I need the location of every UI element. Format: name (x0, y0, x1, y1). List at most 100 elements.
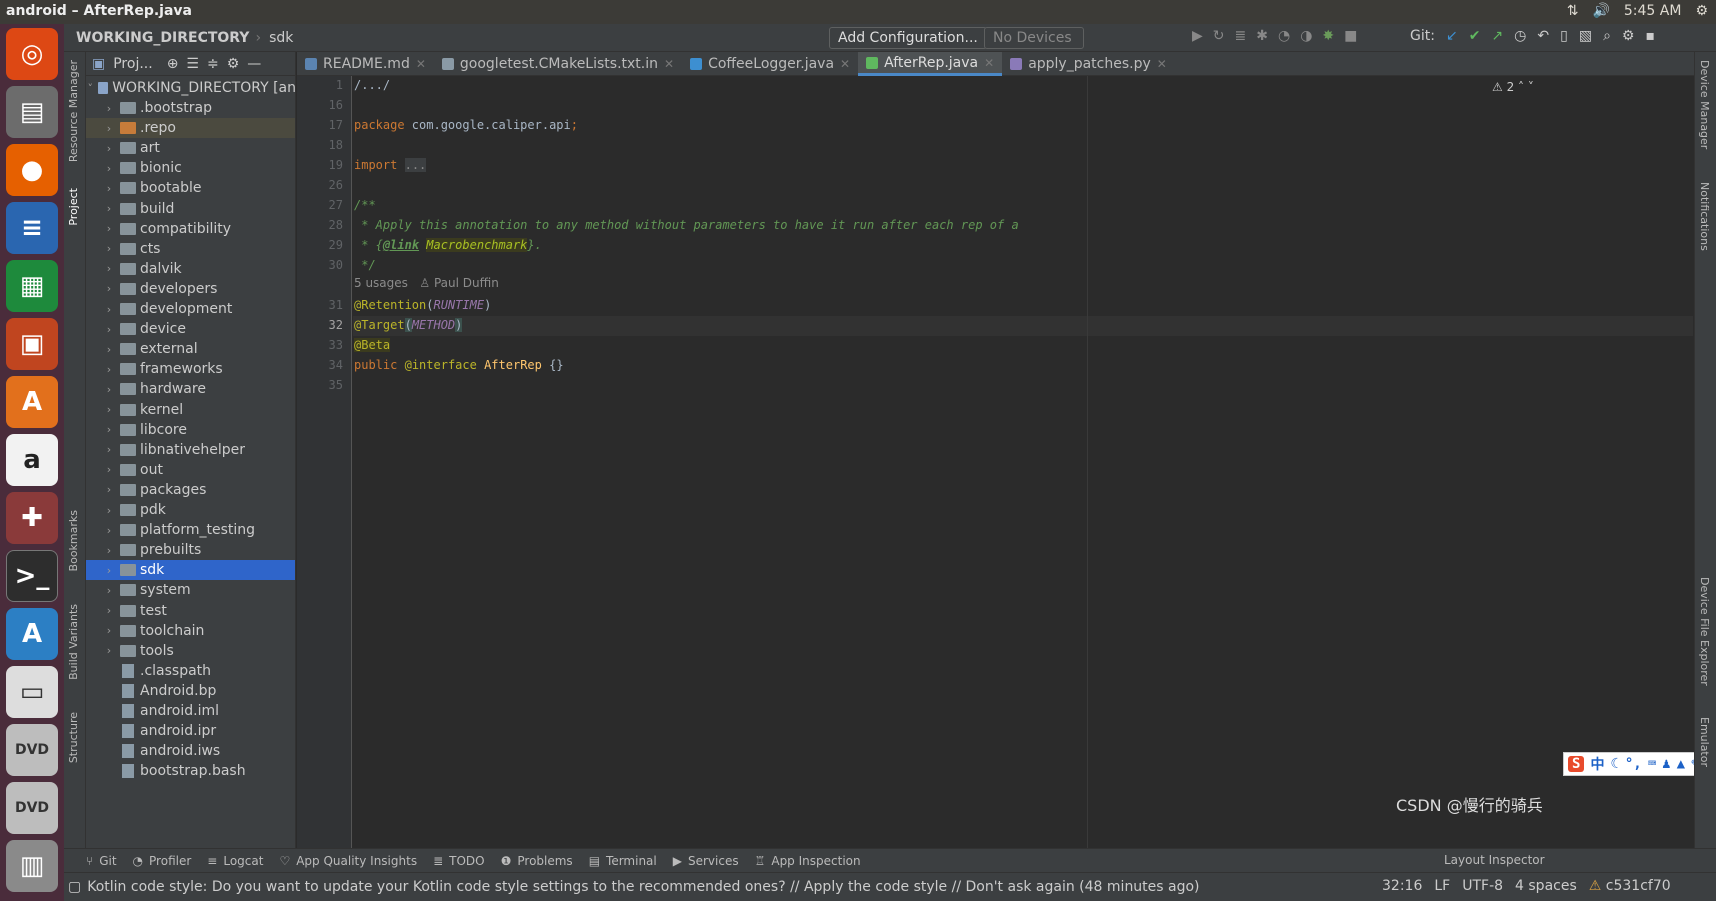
search-icon[interactable]: ⌕ (1603, 28, 1611, 44)
chevron-right-icon[interactable]: › (102, 584, 116, 597)
chevron-right-icon[interactable]: › (102, 282, 116, 295)
tree-item[interactable]: › cts (86, 239, 295, 259)
tree-item[interactable]: › system (86, 580, 295, 600)
tree-item[interactable]: › art (86, 138, 295, 158)
device-manager-icon[interactable]: ▯ (1560, 28, 1568, 44)
collapse-all-icon[interactable]: ≑ (207, 56, 219, 72)
tree-item[interactable]: › sdk (86, 560, 295, 581)
status-message[interactable]: Kotlin code style: Do you want to update… (87, 879, 1199, 895)
chevron-right-icon[interactable]: › (102, 242, 116, 255)
tree-item[interactable]: android.iml (86, 701, 295, 721)
tree-item[interactable]: › libnativehelper (86, 440, 295, 460)
save-disk-icon[interactable]: ▭ (6, 666, 58, 718)
git-update-icon[interactable]: ↙ (1446, 28, 1458, 44)
close-tab-icon[interactable]: ✕ (1157, 57, 1167, 71)
settings-icon[interactable]: ⚙ (1622, 28, 1635, 44)
chevron-right-icon[interactable]: › (102, 162, 116, 175)
editor-tab[interactable]: googletest.CMakeLists.txt.in ✕ (434, 52, 682, 76)
tree-item[interactable]: › libcore (86, 420, 295, 440)
firefox-icon[interactable]: ● (6, 144, 58, 196)
tree-item[interactable]: › build (86, 199, 295, 219)
chevron-right-icon[interactable]: › (102, 142, 116, 155)
profile-icon[interactable]: ◔ (1278, 28, 1290, 44)
chevron-right-icon[interactable]: › (102, 644, 116, 657)
ime-moon-icon[interactable]: ☾ (1610, 756, 1618, 772)
stop-icon[interactable]: ■ (1344, 28, 1357, 44)
calc-icon[interactable]: ▦ (6, 260, 58, 312)
expand-all-icon[interactable]: ☰ (186, 56, 199, 72)
close-tab-icon[interactable]: ✕ (416, 57, 426, 71)
chevron-right-icon[interactable]: › (102, 483, 116, 496)
tree-item[interactable]: › external (86, 339, 295, 359)
tree-item[interactable]: › frameworks (86, 359, 295, 379)
code-editor[interactable]: 1 16 17 18 19 26 27 28 29 30 31 32 33 34 35 ⚠ 2 ˄ ˅ /.… (297, 76, 1716, 848)
caret-position[interactable]: 32:16 (1382, 878, 1422, 894)
close-tab-icon[interactable]: ✕ (840, 57, 850, 71)
locate-file-icon[interactable]: ⊕ (167, 56, 179, 72)
breadcrumb-sdk[interactable]: sdk (269, 30, 293, 46)
layout-inspector-tab[interactable]: Layout Inspector (1444, 853, 1545, 867)
panel-options-icon[interactable]: ⚙ (227, 56, 240, 72)
chevron-right-icon[interactable]: › (102, 262, 116, 275)
tree-item[interactable]: › tools (86, 641, 295, 661)
tree-item[interactable]: Android.bp (86, 681, 295, 701)
resource-manager-tab[interactable]: Resource Manager (67, 60, 80, 162)
system-tools-icon[interactable]: ✚ (6, 492, 58, 544)
add-configuration-button[interactable]: Add Configuration... (829, 27, 987, 49)
tree-item[interactable]: android.ipr (86, 721, 295, 741)
git-rollback-icon[interactable]: ↶ (1537, 28, 1549, 44)
amazon-icon[interactable]: a (6, 434, 58, 486)
chevron-right-icon[interactable]: › (102, 323, 116, 336)
tree-item[interactable]: › compatibility (86, 219, 295, 239)
tool-window-logcat[interactable]: ≡ Logcat (207, 854, 263, 868)
chevron-right-icon[interactable]: › (102, 544, 116, 557)
volume-icon[interactable]: 🔊 (1592, 3, 1609, 19)
terminal-icon[interactable]: >_ (6, 550, 58, 602)
tool-window-git[interactable]: ⑂ Git (86, 854, 117, 868)
ime-keyboard-icon[interactable]: ⌨ (1648, 756, 1656, 772)
chevron-right-icon[interactable]: › (102, 524, 116, 537)
system-settings-icon[interactable]: ⚙ (1695, 3, 1708, 19)
chevron-right-icon[interactable]: › (102, 564, 116, 577)
clock[interactable]: 5:45 AM (1624, 3, 1682, 19)
tool-window-profiler[interactable]: ◔ Profiler (133, 854, 192, 868)
account-icon[interactable]: ▪ (1645, 28, 1655, 44)
tree-item[interactable]: › .repo (86, 118, 295, 139)
tree-item[interactable]: › dalvik (86, 259, 295, 279)
ime-punct-icon[interactable]: °, (1625, 756, 1642, 772)
breadcrumb-root[interactable]: WORKING_DIRECTORY (76, 30, 249, 46)
chevron-down-icon[interactable]: ˅ (86, 82, 94, 95)
tree-item[interactable]: › packages (86, 480, 295, 500)
attach-debugger-icon[interactable]: ◑ (1300, 28, 1312, 44)
software-center-icon[interactable]: A (6, 376, 58, 428)
apply-changes-icon[interactable]: ≣ (1235, 28, 1247, 44)
line-separator[interactable]: LF (1434, 878, 1450, 894)
android-studio-icon[interactable]: A (6, 608, 58, 660)
tree-root[interactable]: ˅ WORKING_DIRECTORY [an (86, 78, 295, 98)
devices-dropdown[interactable]: No Devices (984, 27, 1084, 49)
editor-tab[interactable]: CoffeeLogger.java ✕ (682, 52, 858, 76)
network-icon[interactable]: ⇅ (1567, 3, 1579, 19)
tree-item[interactable]: › bionic (86, 158, 295, 178)
tree-item[interactable]: android.iws (86, 741, 295, 761)
tree-item[interactable]: › development (86, 299, 295, 319)
file-encoding[interactable]: UTF-8 (1462, 878, 1503, 894)
project-tab[interactable]: Project (67, 188, 80, 226)
hide-panel-icon[interactable]: — (247, 56, 261, 72)
notifications-tab[interactable]: Notifications (1698, 182, 1711, 251)
tool-window-todo[interactable]: ≣ TODO (433, 854, 485, 868)
git-branch[interactable]: ⚠ c531cf70 (1589, 878, 1671, 894)
code-vision-hint[interactable]: 5 usages ♙ Paul Duffin (354, 276, 499, 290)
inspection-widget[interactable]: ⚠ 2 ˄ ˅ (1492, 80, 1534, 94)
chevron-right-icon[interactable]: › (102, 463, 116, 476)
ime-user-icon[interactable]: ♟ (1662, 756, 1670, 772)
tree-item[interactable]: › kernel (86, 400, 295, 420)
usages-hint[interactable]: 5 usages (354, 276, 408, 290)
chevron-right-icon[interactable]: › (102, 122, 116, 135)
close-tab-icon[interactable]: ✕ (984, 56, 994, 70)
android-debug-icon[interactable]: ✸ (1322, 28, 1334, 44)
sdk-manager-icon[interactable]: ▧ (1579, 28, 1592, 44)
device-file-explorer-tab[interactable]: Device File Explorer (1698, 577, 1711, 686)
tree-item[interactable]: › test (86, 601, 295, 621)
device-manager-tab[interactable]: Device Manager (1698, 60, 1711, 149)
